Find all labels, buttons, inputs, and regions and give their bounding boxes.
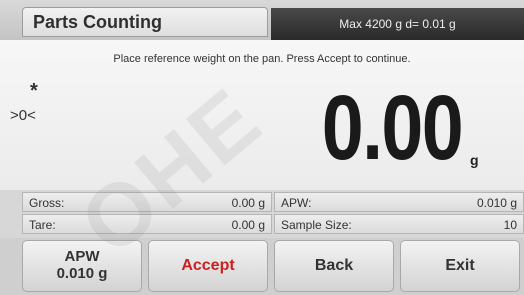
softkey-bar: APW 0.010 g Accept Back Exit [0,238,524,295]
back-button[interactable]: Back [274,240,394,292]
center-of-zero-icon: >0< [10,107,36,124]
exit-button[interactable]: Exit [400,240,520,292]
tare-label: Tare: [29,218,56,232]
gross-label: Gross: [29,196,65,210]
header-bar: Parts Counting Max 4200 g d= 0.01 g [0,0,524,40]
weight-readout: 0.00 [321,77,464,179]
tare-row: Tare: 0.00 g [22,214,272,234]
app-title: Parts Counting [33,12,162,32]
apw-row: APW: 0.010 g [274,192,524,212]
weighing-display: Place reference weight on the pan. Press… [0,40,524,190]
gross-row: Gross: 0.00 g [22,192,272,212]
apw-value: 0.010 g [476,196,517,210]
app-title-tab[interactable]: Parts Counting [22,7,268,37]
apw-button[interactable]: APW 0.010 g [22,240,142,292]
instruction-text: Place reference weight on the pan. Press… [113,53,411,65]
sample-size-row: Sample Size: 10 [274,214,524,234]
tare-value: 0.00 g [231,218,265,232]
info-panel: Gross: 0.00 g Tare: 0.00 g APW: 0.010 g … [0,190,524,238]
back-button-label: Back [314,257,354,274]
stability-indicator-icon: * [30,80,38,102]
exit-button-label: Exit [445,257,475,274]
sample-size-label: Sample Size: [281,218,352,232]
capacity-info: Max 4200 g d= 0.01 g [271,8,524,40]
apw-button-value: 0.010 g [56,265,108,282]
sample-size-value: 10 [503,218,517,232]
accept-button-label: Accept [181,257,235,274]
apw-button-label: APW [64,248,100,265]
apw-label: APW: [281,196,312,210]
gross-value: 0.00 g [231,196,265,210]
balance-screen: Parts Counting Max 4200 g d= 0.01 g Plac… [0,0,524,295]
weight-unit: g [470,152,479,168]
accept-button[interactable]: Accept [148,240,268,292]
